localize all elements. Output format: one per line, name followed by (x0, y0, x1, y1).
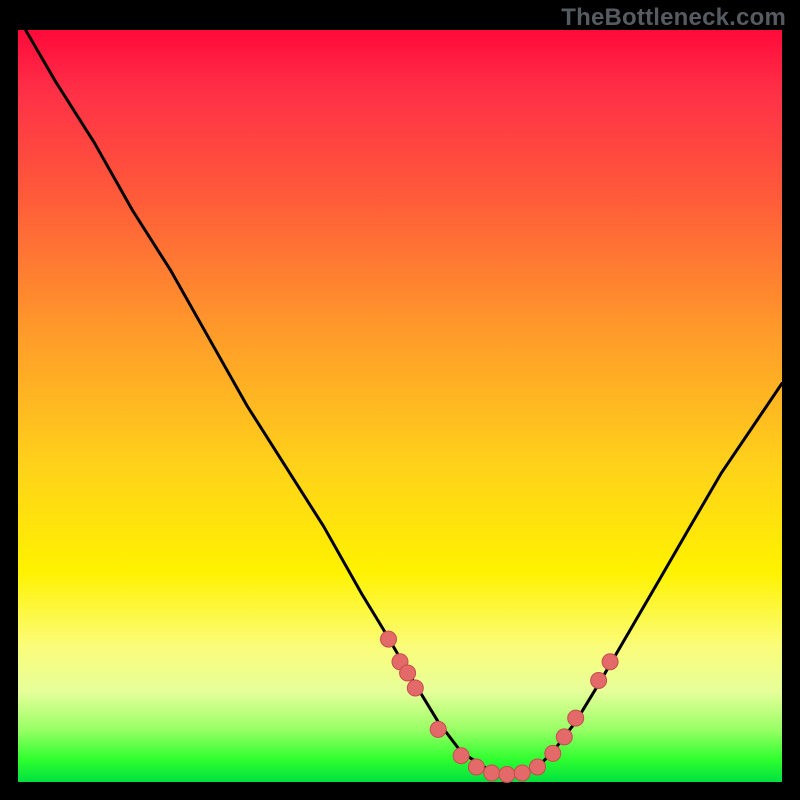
highlight-dot (430, 721, 446, 737)
chart-frame (18, 30, 782, 782)
highlight-dot (381, 631, 397, 647)
highlight-dot (602, 654, 618, 670)
highlight-dot (568, 710, 584, 726)
highlight-dot (514, 765, 530, 781)
highlight-dot (530, 759, 546, 775)
watermark-text: TheBottleneck.com (561, 4, 786, 32)
highlight-dot (591, 673, 607, 689)
highlight-dot (468, 759, 484, 775)
highlight-dot (545, 745, 561, 761)
highlight-dot (407, 680, 423, 696)
highlight-dot (556, 729, 572, 745)
chart-svg (18, 30, 782, 782)
highlight-dots (381, 631, 619, 782)
highlight-dot (400, 665, 416, 681)
highlight-dot (499, 767, 515, 783)
highlight-dot (453, 748, 469, 764)
highlight-dot (484, 765, 500, 781)
